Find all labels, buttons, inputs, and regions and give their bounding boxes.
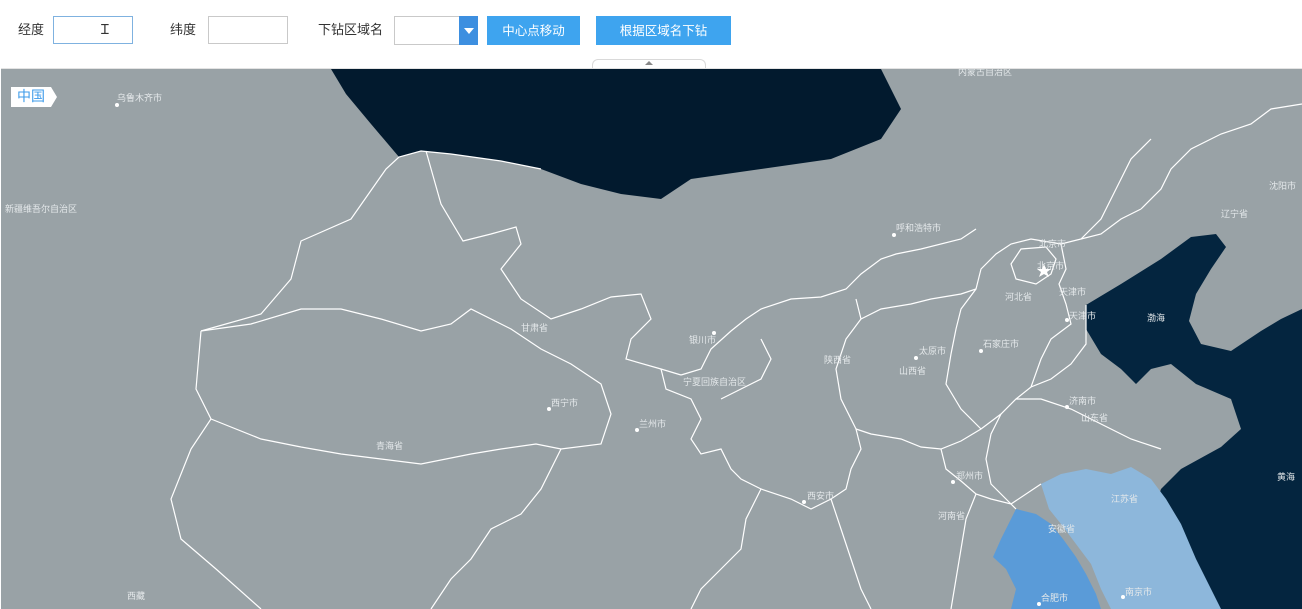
map-label-hefei: 合肥市 — [1041, 592, 1068, 604]
map-label-xizang: 西藏 — [127, 590, 145, 602]
map-label-hohhot: 呼和浩特市 — [896, 222, 941, 234]
map-label-shandong: 山东省 — [1081, 412, 1108, 424]
city-dot-icon — [1037, 602, 1041, 606]
map-label-tianjin-city: 天津市 — [1069, 310, 1096, 322]
drill-region-select[interactable] — [394, 16, 478, 45]
drill-by-name-button[interactable]: 根据区域名下钻 — [596, 16, 731, 45]
city-dot-icon — [635, 428, 639, 432]
map-label-xining: 西宁市 — [551, 397, 578, 409]
longitude-label: 经度 — [18, 23, 45, 38]
map-label-shanxi: 山西省 — [899, 365, 926, 377]
map-label-nanjing: 南京市 — [1125, 586, 1152, 598]
map-label-urumqi: 乌鲁木齐市 — [117, 92, 162, 104]
map-label-henan: 河南省 — [938, 510, 965, 522]
map-label-ningxia: 宁夏回族自治区 — [683, 376, 746, 388]
map-label-shenyang: 沈阳市 — [1269, 180, 1296, 192]
breadcrumb-china[interactable]: 中国 — [11, 87, 57, 107]
map-label-qinghai: 青海省 — [376, 440, 403, 452]
map-label-shijiazhuang: 石家庄市 — [983, 338, 1019, 350]
center-move-button[interactable]: 中心点移动 — [487, 16, 580, 45]
map-view[interactable]: 乌鲁木齐市 新疆维吾尔自治区 内蒙古自治区 呼和浩特市 北京市 北京市 天津市 … — [1, 68, 1302, 609]
longitude-input[interactable] — [53, 16, 133, 44]
city-dot-icon — [802, 500, 806, 504]
city-dot-icon — [914, 356, 918, 360]
map-label-beijing-prov: 北京市 — [1039, 238, 1066, 250]
city-dot-icon — [1065, 405, 1069, 409]
city-dot-icon — [115, 103, 119, 107]
map-label-xinjiang: 新疆维吾尔自治区 — [5, 203, 77, 215]
map-label-jiangsu: 江苏省 — [1111, 493, 1138, 505]
city-dot-icon — [1065, 318, 1069, 322]
map-label-anhui: 安徽省 — [1048, 523, 1075, 535]
latitude-label: 纬度 — [170, 23, 197, 38]
text-cursor-icon: Ɪ — [101, 22, 109, 38]
map-label-taiyuan: 太原市 — [919, 345, 946, 357]
map-label-shaanxi: 陕西省 — [824, 354, 851, 366]
drill-region-label: 下钻区域名 — [318, 23, 384, 38]
map-label-liaoning: 辽宁省 — [1221, 208, 1248, 220]
toolbar: 经度 Ɪ 纬度 下钻区域名 中心点移动 根据区域名下钻 — [0, 0, 1302, 62]
map-label-tianjin-prov: 天津市 — [1059, 286, 1086, 298]
city-dot-icon — [712, 331, 716, 335]
city-dot-icon — [892, 233, 896, 237]
map-label-yinchuan: 银川市 — [689, 334, 716, 346]
map-label-xian: 西安市 — [807, 490, 834, 502]
map-label-hebei: 河北省 — [1005, 291, 1032, 303]
map-label-jinan: 济南市 — [1069, 395, 1096, 407]
latitude-input[interactable] — [208, 16, 288, 44]
city-dot-icon — [1121, 595, 1125, 599]
map-canvas[interactable]: 乌鲁木齐市 新疆维吾尔自治区 内蒙古自治区 呼和浩特市 北京市 北京市 天津市 … — [1, 69, 1302, 609]
city-dot-icon — [979, 349, 983, 353]
map-label-neimenggu: 内蒙古自治区 — [958, 69, 1012, 78]
city-dot-icon — [547, 407, 551, 411]
map-label-lanzhou: 兰州市 — [639, 418, 666, 430]
city-dot-icon — [951, 480, 955, 484]
map-label-bohai: 渤海 — [1147, 312, 1165, 324]
map-label-zhengzhou: 郑州市 — [956, 470, 983, 482]
chevron-down-icon[interactable] — [459, 16, 478, 45]
map-label-huanghai: 黄海 — [1277, 471, 1295, 483]
map-label-gansu: 甘肃省 — [521, 322, 548, 334]
